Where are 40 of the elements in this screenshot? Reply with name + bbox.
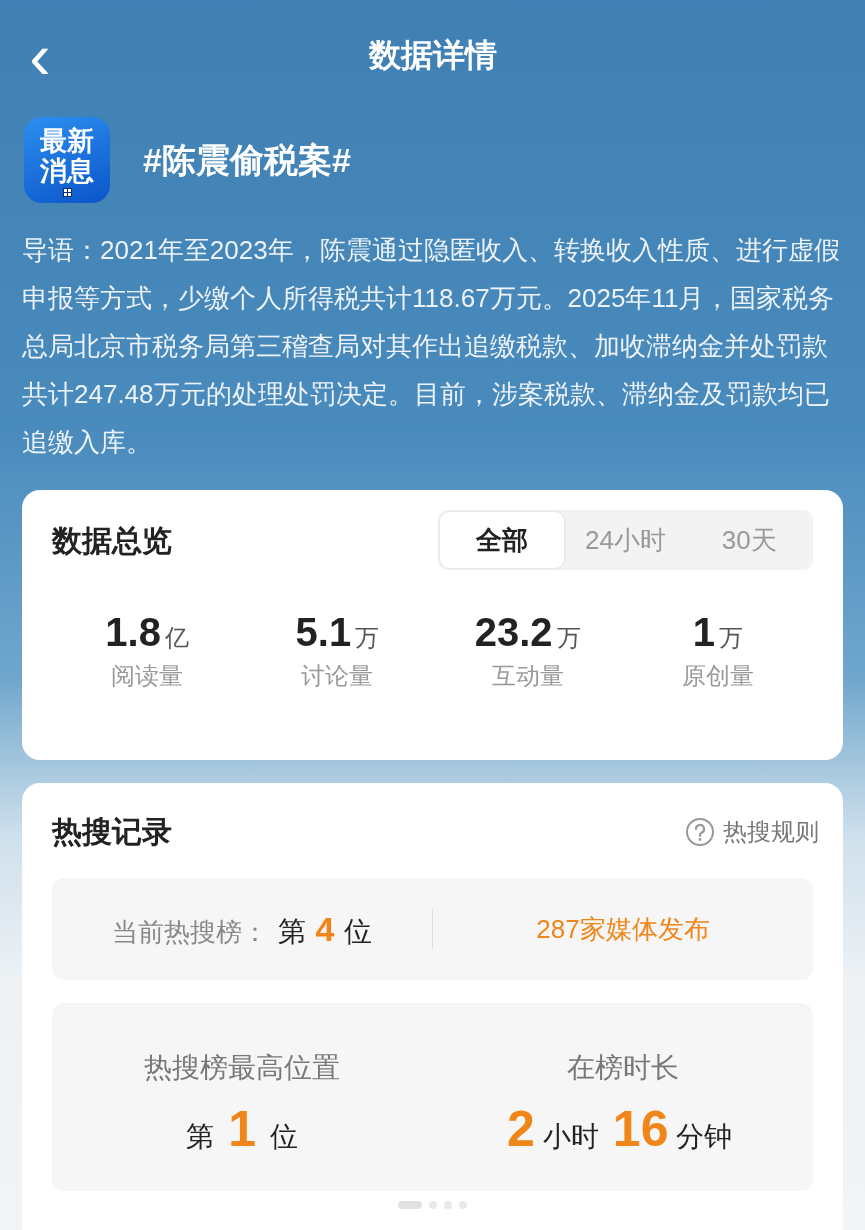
stat-label: 阅读量: [111, 661, 184, 691]
logo-text: 最新: [40, 125, 94, 156]
duration-value: 16: [612, 1103, 669, 1155]
rank-value: 1: [228, 1103, 257, 1155]
tab[interactable]: 30天: [687, 512, 811, 568]
tab[interactable]: 24小时: [563, 512, 688, 568]
media-count: 287家媒体发布: [535, 912, 711, 946]
topic-title: #陈震偷税案#: [143, 139, 351, 181]
section-title: 热搜记录: [52, 814, 172, 850]
stat-label: 互动量: [491, 661, 564, 691]
tab[interactable]: 全部: [440, 512, 564, 568]
back-button[interactable]: ‹: [20, 28, 60, 84]
rank-label: 当前热搜榜：: [111, 915, 268, 949]
duration-value: 2: [507, 1103, 535, 1155]
rank-value: 4: [315, 908, 335, 950]
page-title: 数据详情: [368, 36, 497, 75]
rank-prefix: 第: [186, 1120, 215, 1154]
stat-value: 23.2: [474, 610, 553, 654]
stat-label: 原创量: [681, 661, 754, 691]
stat-unit: 亿: [164, 623, 189, 653]
stat-unit: 万: [556, 623, 581, 653]
stat-unit: 万: [719, 623, 743, 653]
rank-suffix: 位: [344, 914, 373, 949]
stat-label: 在榜时长: [566, 1051, 679, 1085]
rules-link[interactable]: 热搜规则: [685, 813, 819, 850]
intro-text: 导语：2021年至2023年，陈震通过隐匿收入、转换收入性质、进行虚假申报等方式，少缴个人所得税共计118.67万元。2025年11月，国家税务总局北京市税务局第三稽查局对其作出追缴税款、加收滞纳金并处罚款共计247.48万元的处理处罚决定。目前，涉案税款、滞纳金及罚款均已追缴入库。: [22, 234, 841, 459]
stat-value: 1: [692, 610, 715, 654]
stat-value: 5.1: [295, 610, 352, 654]
duration-unit: 小时: [542, 1120, 599, 1154]
help-icon: [685, 816, 715, 847]
stat-value: 1.8: [105, 610, 161, 654]
section-title: 数据总览: [52, 522, 172, 559]
qr-icon: [62, 187, 72, 197]
stat-label: 热搜榜最高位置: [144, 1051, 341, 1085]
stat-label: 讨论量: [301, 661, 374, 691]
rank-suffix: 位: [270, 1120, 299, 1154]
logo-text: 消息: [40, 155, 94, 186]
rank-prefix: 第: [277, 914, 306, 949]
duration-unit: 分钟: [676, 1120, 733, 1154]
stat-unit: 万: [355, 623, 380, 653]
